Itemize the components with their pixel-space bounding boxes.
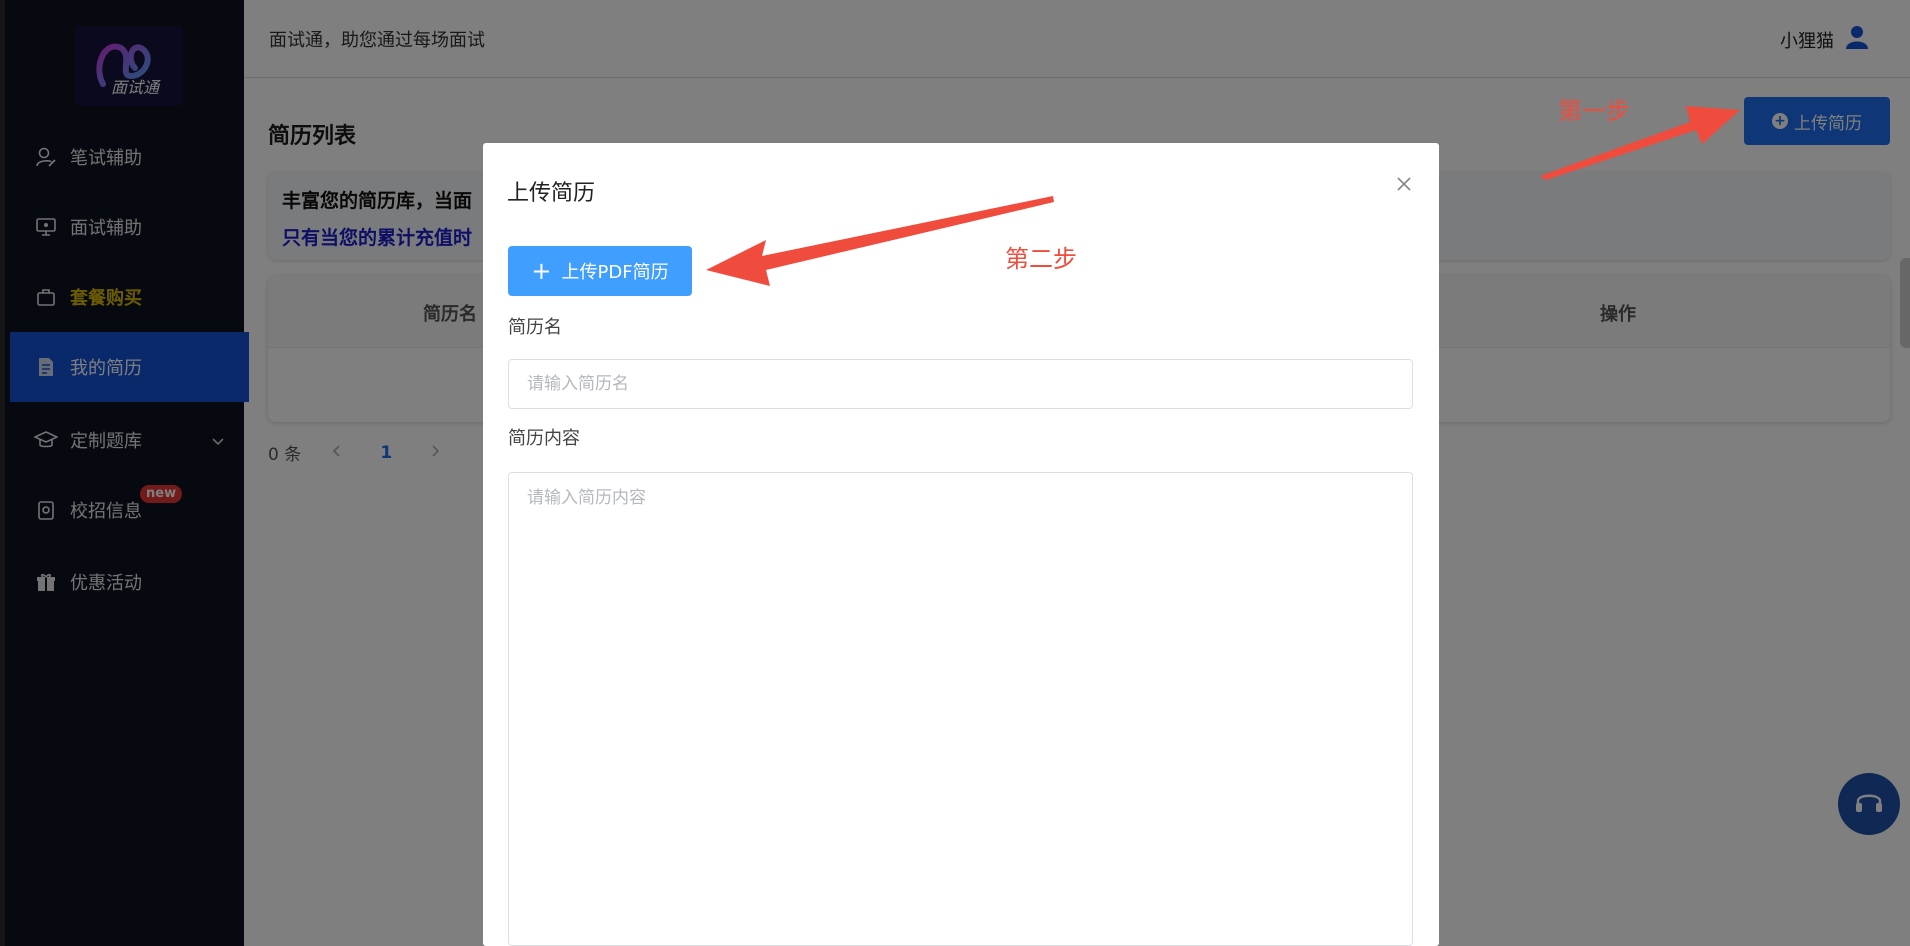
step2-annotation: 第二步 bbox=[1005, 245, 1077, 273]
step2-arrow bbox=[706, 196, 1054, 286]
annotation-arrows bbox=[706, 106, 1740, 286]
step1-annotation: 第一步 bbox=[1558, 97, 1630, 125]
